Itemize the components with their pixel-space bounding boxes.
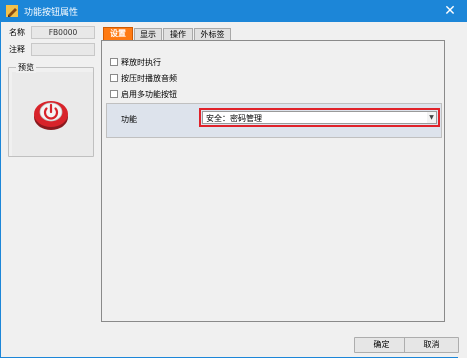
checkbox-box[interactable] bbox=[110, 58, 118, 66]
checkbox-label: 按压时播放音频 bbox=[121, 74, 177, 83]
preview-label: 预览 bbox=[16, 62, 36, 73]
chevron-down-icon[interactable]: ▼ bbox=[427, 112, 436, 123]
checkbox-box[interactable] bbox=[110, 90, 118, 98]
name-label: 名称 bbox=[9, 28, 25, 37]
tab-display-label: 显示 bbox=[140, 30, 156, 39]
function-select[interactable]: 安全：密码管理 ▼ bbox=[202, 111, 437, 124]
pencil-app-icon bbox=[6, 5, 18, 17]
power-button-icon bbox=[34, 101, 68, 130]
window-title: 功能按钮属性 bbox=[24, 8, 79, 18]
ok-button-label: 确定 bbox=[373, 340, 390, 349]
right-edge-strip bbox=[458, 22, 467, 358]
tab-settings[interactable]: 设置 bbox=[103, 27, 133, 41]
tab-operation-label: 操作 bbox=[170, 30, 186, 39]
tab-settings-label: 设置 bbox=[110, 29, 126, 38]
tab-outer-label-text: 外标签 bbox=[200, 30, 225, 39]
note-field[interactable] bbox=[31, 43, 95, 56]
note-label: 注释 bbox=[9, 45, 25, 54]
close-button[interactable]: ✕ bbox=[433, 0, 467, 22]
checkbox-label: 启用多功能按钮 bbox=[121, 90, 177, 99]
name-value: FB0000 bbox=[48, 28, 78, 37]
cancel-button[interactable]: 取消 bbox=[404, 337, 459, 353]
checkbox-label: 释放时执行 bbox=[121, 58, 161, 67]
checkbox-box[interactable] bbox=[110, 74, 118, 82]
close-icon: ✕ bbox=[444, 3, 456, 19]
function-label: 功能 bbox=[121, 115, 137, 124]
function-select-value: 安全：密码管理 bbox=[206, 114, 262, 123]
cancel-button-label: 取消 bbox=[423, 340, 440, 349]
title-bar: 功能按钮属性 ✕ bbox=[0, 0, 467, 22]
name-field[interactable]: FB0000 bbox=[31, 26, 95, 39]
ok-button[interactable]: 确定 bbox=[354, 337, 409, 353]
